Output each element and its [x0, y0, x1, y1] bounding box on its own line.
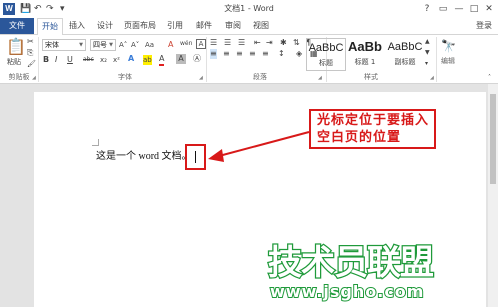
chevron-down-icon: ▼ — [109, 42, 113, 48]
tab-home[interactable]: 开始 — [37, 18, 63, 35]
font-size-select[interactable]: 四号 ▼ — [90, 39, 116, 51]
subscript-icon[interactable]: x₂ — [100, 55, 107, 65]
font-size-value: 四号 — [93, 41, 107, 49]
grow-font-icon[interactable]: A˄ — [119, 40, 127, 50]
character-border-icon[interactable]: Ⓐ — [193, 54, 201, 64]
styles-group-label: 样式 — [364, 73, 378, 81]
styles-launcher-icon[interactable]: ◢ — [430, 75, 434, 81]
editing-group-label[interactable]: 编辑 — [437, 57, 459, 66]
ribbon-display-options-icon[interactable]: ▭ — [436, 2, 450, 16]
character-shading-icon[interactable]: A — [176, 54, 186, 64]
styles-scroll-up-icon[interactable]: ▲ — [425, 37, 430, 47]
align-left-icon[interactable]: ≡ — [210, 49, 217, 59]
watermark-title: 技术员联盟 — [267, 242, 436, 285]
font-group-label: 字体 — [118, 73, 132, 81]
align-center-icon[interactable]: ≡ — [223, 49, 230, 59]
group-divider — [206, 37, 207, 82]
annotation-callout: 光标定位于要插入空白页的位置 — [309, 109, 436, 149]
superscript-icon[interactable]: x² — [113, 55, 120, 65]
clipboard-launcher-icon[interactable]: ◢ — [32, 75, 36, 81]
close-button[interactable]: ✕ — [482, 2, 496, 16]
format-painter-icon[interactable]: 🖌 — [27, 59, 36, 69]
underline-icon[interactable]: U — [67, 55, 73, 65]
decrease-indent-icon[interactable]: ⇤ — [254, 38, 261, 48]
font-name-select[interactable]: 宋体 ▼ — [42, 39, 86, 51]
watermark-url: www.jsgho.com — [269, 281, 425, 302]
font-launcher-icon[interactable]: ◢ — [199, 75, 203, 81]
style-heading-1-sample: AaBb — [348, 39, 382, 54]
tab-references[interactable]: 引用 — [164, 18, 186, 34]
tab-mailings[interactable]: 邮件 — [193, 18, 215, 34]
find-icon[interactable]: 🔭 — [441, 39, 456, 53]
font-name-value: 宋体 — [45, 41, 59, 49]
styles-more-icon[interactable]: ▾ — [425, 59, 428, 69]
text-cursor — [195, 151, 196, 163]
styles-scroll-down-icon[interactable]: ▼ — [425, 48, 430, 58]
sort-icon[interactable]: ⇅ — [293, 38, 300, 48]
highlight-color-icon[interactable]: ab — [143, 55, 152, 65]
bold-icon[interactable]: B — [43, 55, 49, 65]
change-case-icon[interactable]: Aa — [145, 40, 154, 50]
copy-icon[interactable]: ⎘ — [27, 48, 33, 58]
cursor-highlight-box — [185, 144, 206, 170]
style-subtitle-sample: AaBbC — [387, 41, 423, 53]
distributed-icon[interactable]: ≡ — [262, 49, 269, 59]
bullets-icon[interactable]: ☰ — [210, 38, 217, 48]
line-spacing-icon[interactable]: ↕ — [278, 49, 285, 59]
cut-icon[interactable]: ✂ — [27, 37, 34, 47]
tab-file[interactable]: 文件 — [0, 18, 34, 34]
style-subtitle[interactable]: AaBbC 副标题 — [386, 38, 424, 71]
paragraph-group-label: 段落 — [253, 73, 267, 81]
enclose-characters-icon[interactable]: A — [196, 39, 206, 49]
style-heading-1-name: 标题 1 — [354, 58, 376, 66]
multilevel-list-icon[interactable]: ☰ — [238, 38, 245, 48]
tab-insert[interactable]: 插入 — [66, 18, 88, 34]
phonetic-guide-icon[interactable]: wén — [180, 39, 192, 49]
clipboard-group-label: 剪贴板 — [8, 73, 30, 81]
paragraph-launcher-icon[interactable]: ◢ — [318, 75, 322, 81]
help-icon[interactable]: ? — [420, 2, 434, 16]
collapse-ribbon-icon[interactable]: ˄ — [488, 73, 491, 83]
style-title-sample: AaBbC — [308, 42, 344, 54]
ribbon-home: 📋 粘贴 ✂ ⎘ 🖌 剪贴板 ◢ 宋体 ▼ 四号 ▼ A˄ A˅ Aa A wé… — [0, 34, 498, 84]
group-divider — [38, 37, 39, 82]
clear-formatting-icon[interactable]: A — [168, 40, 173, 50]
margin-corner-mark — [92, 139, 99, 146]
italic-icon[interactable]: I — [55, 55, 57, 65]
shrink-font-icon[interactable]: A˅ — [131, 40, 139, 50]
title-bar: W 💾 ↶ ↷ ▾ 文档1 - Word ? ▭ — □ ✕ — [0, 0, 498, 18]
chevron-down-icon: ▼ — [79, 42, 83, 48]
document-body-text[interactable]: 这是一个 word 文档。 — [96, 150, 192, 164]
tab-review[interactable]: 审阅 — [222, 18, 244, 34]
style-title-name: 标题 — [319, 59, 333, 67]
text-effects-icon[interactable]: A — [128, 54, 134, 64]
chinese-layout-icon[interactable]: ✱ — [280, 38, 287, 48]
shading-icon[interactable]: ◈ — [296, 49, 302, 59]
justify-icon[interactable]: ≡ — [249, 49, 256, 59]
scrollbar-thumb[interactable] — [490, 94, 496, 184]
maximize-button[interactable]: □ — [467, 2, 481, 16]
ribbon-tab-row: 文件 开始 插入 设计 页面布局 引用 邮件 审阅 视图 登录 — [0, 18, 498, 35]
font-color-icon[interactable]: A — [159, 54, 165, 66]
style-subtitle-name: 副标题 — [394, 58, 416, 66]
numbering-icon[interactable]: ☰ — [224, 38, 231, 48]
sign-in-link[interactable]: 登录 — [476, 18, 492, 34]
style-heading-1[interactable]: AaBb 标题 1 — [346, 38, 384, 71]
tab-page-layout[interactable]: 页面布局 — [121, 18, 159, 34]
minimize-button[interactable]: — — [452, 2, 466, 16]
tab-design[interactable]: 设计 — [94, 18, 116, 34]
increase-indent-icon[interactable]: ⇥ — [266, 38, 273, 48]
style-title[interactable]: AaBbC 标题 — [306, 38, 346, 71]
strikethrough-icon[interactable]: abc — [83, 55, 94, 65]
align-right-icon[interactable]: ≡ — [236, 49, 243, 59]
tab-view[interactable]: 视图 — [250, 18, 272, 34]
vertical-scrollbar[interactable] — [488, 84, 498, 307]
paste-icon[interactable]: 📋 — [6, 37, 26, 57]
paste-button-label[interactable]: 粘贴 — [5, 57, 23, 67]
